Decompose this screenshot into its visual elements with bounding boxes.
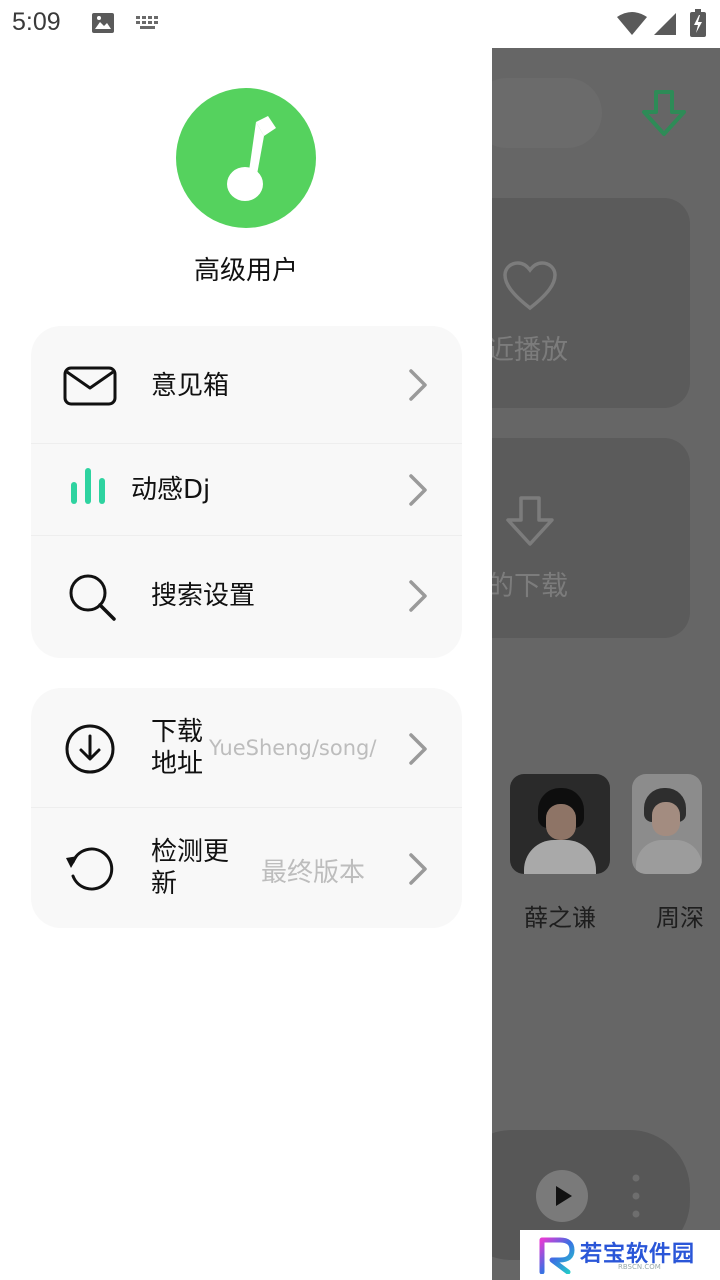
recent-play-card[interactable]: 最近播放 [492,198,690,408]
artist-shirt [524,840,596,874]
mail-icon [63,366,117,406]
menu-item-check-update[interactable]: 检测更新 最终版本 [31,808,462,928]
navigation-drawer: 高级用户 意见箱 动感Dj 搜索设置 下载地址 YueSheng/song/ 检… [0,48,492,1280]
battery-charging-icon [690,9,706,37]
menu-group-general: 意见箱 动感Dj 搜索设置 [31,326,462,658]
version-status-value: 最终版本 [261,858,366,888]
download-icon[interactable] [640,88,688,140]
menu-label: 搜索设置 [151,581,256,611]
music-note-icon [227,116,276,201]
download-circle-icon [65,724,115,774]
more-vertical-icon[interactable] [632,1174,640,1218]
my-downloads-label: 我的下载 [492,571,568,602]
status-bar: 5:09 [0,0,720,48]
menu-label: 检测更新 [151,837,230,899]
download-arrow-icon [506,496,554,546]
download-path-value: YueSheng/song/ [209,736,377,760]
chevron-right-icon [409,580,427,612]
search-icon [69,574,116,621]
menu-label: 动感Dj [131,475,211,505]
watermark-url: RBSCN.COM [618,1263,661,1271]
artist-name: 薛之谦 [524,904,596,932]
recent-play-label: 最近播放 [492,335,568,366]
user-name: 高级用户 [193,256,298,286]
equalizer-icon [71,468,105,504]
chevron-right-icon [409,853,427,885]
menu-item-search-settings[interactable]: 搜索设置 [31,536,462,658]
search-bar-shape [492,78,602,148]
play-button[interactable] [536,1170,588,1222]
heart-icon [503,261,557,311]
menu-group-storage: 下载地址 YueSheng/song/ 检测更新 最终版本 [31,688,462,928]
chevron-right-icon [409,474,427,506]
menu-label: 意见箱 [151,371,230,401]
menu-item-download-path[interactable]: 下载地址 YueSheng/song/ [31,688,462,808]
chevron-right-icon [409,369,427,401]
watermark: 若宝软件园 RBSCN.COM [520,1230,720,1280]
artist-face [652,802,680,836]
keyboard-notification-icon [136,16,158,29]
menu-item-dj[interactable]: 动感Dj [31,444,462,536]
refresh-icon [66,847,114,891]
wifi-icon [617,12,647,35]
watermark-logo [539,1237,575,1274]
my-downloads-card[interactable]: 我的下载 [492,438,690,638]
artist-photo[interactable] [510,774,610,874]
main-screen-dimmed[interactable]: 最近播放 我的下载 薛之谦 周深 [492,48,720,1280]
artist-shirt [636,840,702,874]
artist-photo[interactable] [632,774,702,874]
artist-face [546,804,576,840]
menu-item-feedback[interactable]: 意见箱 [31,326,462,444]
play-icon [556,1186,572,1206]
image-notification-icon [92,13,114,33]
cell-signal-icon [654,13,676,35]
status-time: 5:09 [12,8,61,36]
user-avatar[interactable] [176,88,316,228]
chevron-right-icon [409,733,427,765]
artist-name: 周深 [656,904,704,932]
menu-label: 下载地址 [151,717,204,779]
